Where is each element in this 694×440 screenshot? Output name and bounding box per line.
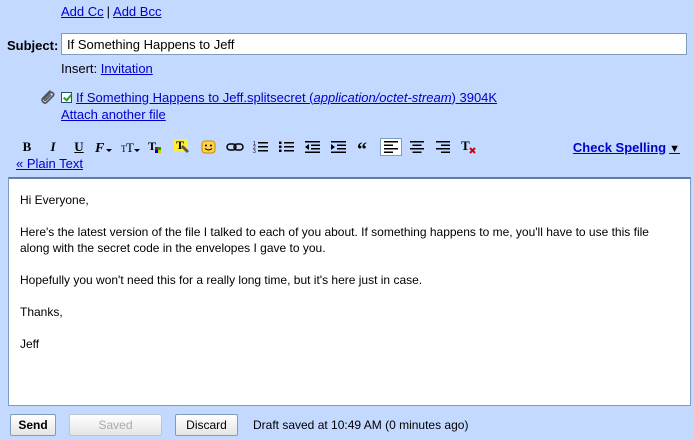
subject-input[interactable] [61,33,687,55]
attachment-row: If Something Happens to Jeff.splitsecret… [38,88,497,106]
chevron-down-icon: ▼ [669,143,680,155]
attachment-file-link[interactable]: If Something Happens to Jeff.splitsecret… [76,90,497,105]
highlight-icon[interactable]: T [172,138,194,156]
underline-icon[interactable]: U [68,138,90,156]
check-spelling-label: Check Spelling [572,140,667,155]
body-paragraph: Here's the latest version of the file I … [20,225,649,255]
cc-bcc-separator: | [106,4,111,19]
font-icon[interactable]: F [94,138,116,156]
align-right-icon[interactable] [432,138,454,156]
formatting-toolbar: B I U F TT T T 123 “ T [16,138,484,156]
add-bcc-link[interactable]: Add Bcc [113,4,161,19]
svg-text:3: 3 [253,149,256,154]
align-center-icon[interactable] [406,138,428,156]
send-button[interactable]: Send [10,414,56,436]
paperclip-icon [38,88,56,106]
numbered-list-icon[interactable]: 123 [250,138,272,156]
link-icon[interactable] [224,138,246,156]
message-body-editor[interactable]: Hi Everyone, Here's the latest version o… [8,177,691,406]
compose-actions: Send Saved Discard Draft saved at 10:49 … [10,414,468,436]
attachment-size: 3904K [459,89,498,105]
plain-text-link[interactable]: « Plain Text [16,156,83,171]
discard-button[interactable]: Discard [175,414,238,436]
remove-formatting-icon[interactable]: T [458,138,480,156]
add-cc-link[interactable]: Add Cc [61,4,104,19]
svg-text:T: T [126,140,134,154]
italic-icon[interactable]: I [42,138,64,156]
subject-label: Subject: [7,38,59,53]
font-size-icon[interactable]: TT [120,138,142,156]
saved-button: Saved [69,414,162,436]
body-paragraph: Jeff [20,337,40,351]
text-color-icon[interactable]: T [146,138,168,156]
insert-invitation-link[interactable]: Invitation [101,61,153,76]
cc-bcc-row: Add Cc | Add Bcc [61,4,161,19]
indent-more-icon[interactable] [328,138,350,156]
bold-icon[interactable]: B [16,138,38,156]
insert-label: Insert: [61,61,98,76]
attach-another-file-link[interactable]: Attach another file [61,107,166,122]
svg-text:F: F [95,141,105,154]
svg-text:“: “ [357,140,367,154]
insert-row: Insert: Invitation [61,61,153,76]
body-paragraph: Thanks, [20,305,63,319]
check-spelling-link[interactable]: Check Spelling ▼ [573,140,680,155]
align-left-icon[interactable] [380,138,402,156]
emoticon-icon[interactable] [198,138,220,156]
svg-text:T: T [148,139,156,153]
indent-less-icon[interactable] [302,138,324,156]
quote-icon[interactable]: “ [354,138,376,156]
attachment-mime-type: application/octet-stream [313,89,452,105]
draft-status: Draft saved at 10:49 AM (0 minutes ago) [253,418,469,432]
attachment-file-name: If Something Happens to Jeff.splitsecret [76,89,306,105]
svg-text:T: T [461,139,470,153]
body-paragraph: Hopefully you won't need this for a real… [20,273,423,287]
attachment-checkbox[interactable] [61,91,72,103]
bulleted-list-icon[interactable] [276,138,298,156]
body-paragraph: Hi Everyone, [20,193,89,207]
